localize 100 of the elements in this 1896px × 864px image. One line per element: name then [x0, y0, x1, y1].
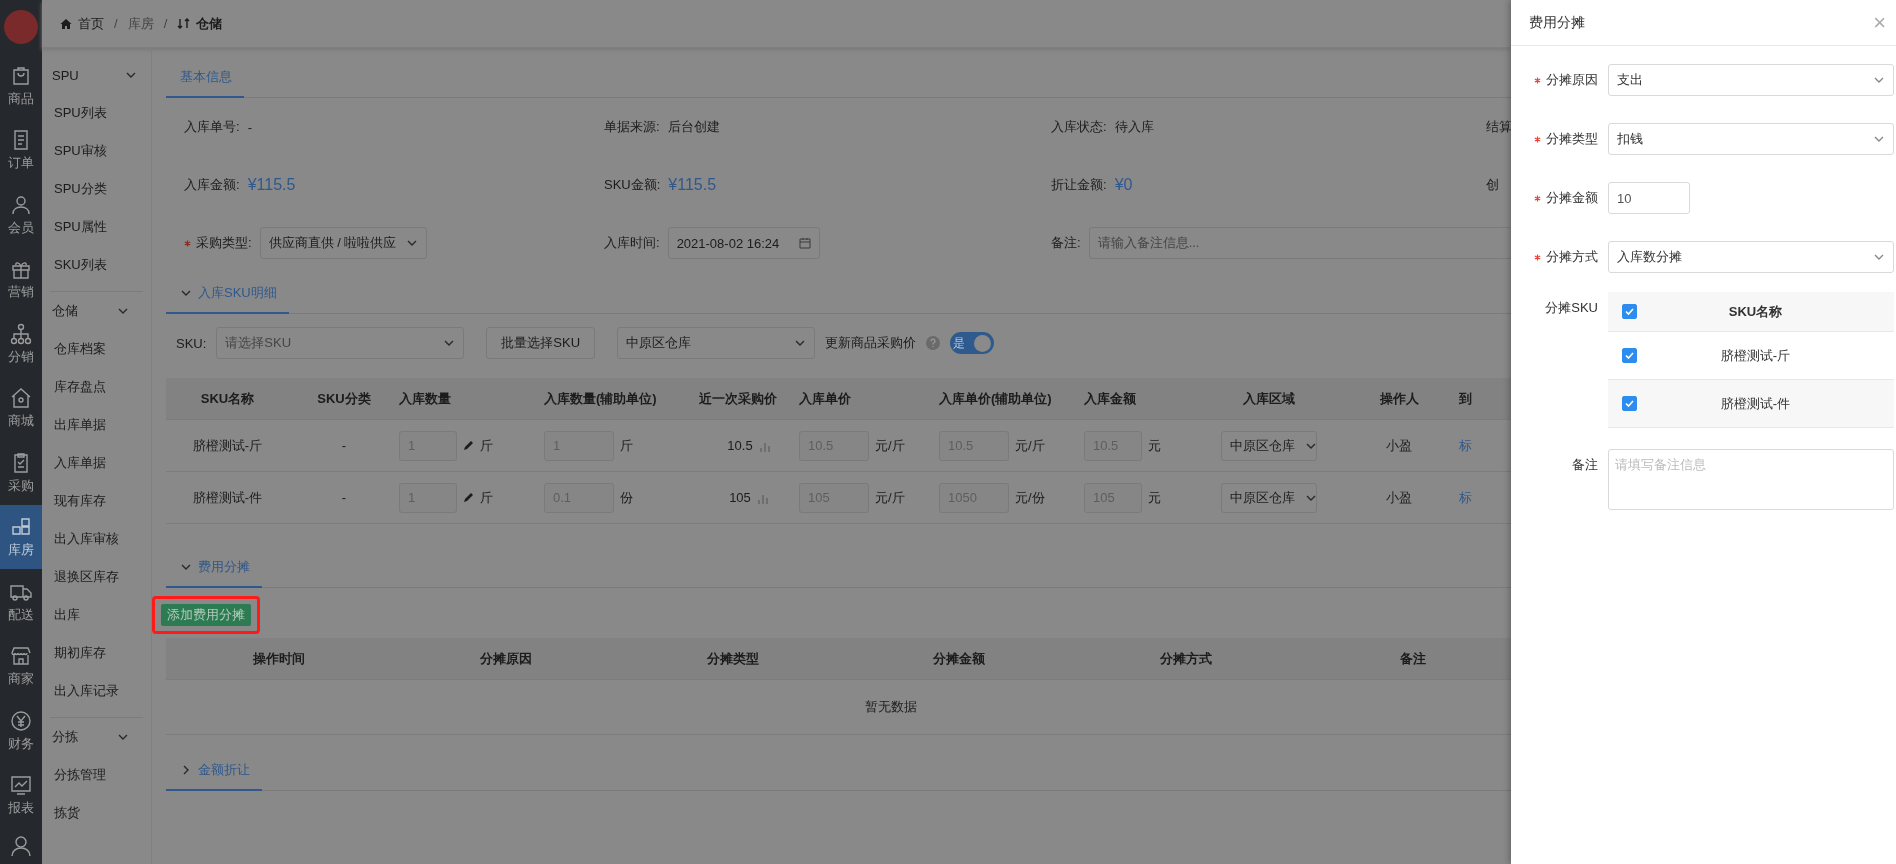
batch-select-button[interactable]: 批量选择SKU [486, 327, 596, 359]
breadcrumb-separator: / [163, 16, 168, 31]
menu-item[interactable]: 退换区库存 [42, 558, 143, 596]
column-header: 分摊金额 [932, 649, 987, 668]
unit-label: 元/斤 [1015, 436, 1045, 455]
purchase-type-select[interactable]: 供应商直供 / 啦啦供应 [259, 227, 428, 259]
add-fee-button[interactable]: 添加费用分摊 [161, 604, 251, 626]
menu-item[interactable]: 仓库档案 [42, 330, 143, 368]
area-select[interactable]: 中原区仓库 [1221, 430, 1317, 461]
column-header: 操作时间 [252, 649, 307, 668]
person-icon[interactable] [9, 833, 33, 858]
field-label: 创 [1486, 176, 1499, 194]
field-label: 结算 [1486, 118, 1511, 136]
menu-item[interactable]: 出入库记录 [42, 672, 143, 710]
menu-item[interactable]: 出入库审核 [42, 520, 143, 558]
column-header: 备注 [1398, 649, 1427, 668]
nav-item[interactable]: 商家 [0, 633, 42, 699]
form-label: 分摊原因 [1523, 64, 1598, 96]
field-label: 采购类型: [184, 234, 252, 252]
unit-label: 元 [1148, 436, 1161, 455]
breadcrumb-item[interactable]: 库房 [127, 14, 154, 33]
nav-item[interactable]: 采购 [0, 440, 42, 505]
amount-field[interactable]: 10 [1608, 182, 1690, 214]
checkbox[interactable] [1622, 396, 1637, 411]
nav-item[interactable]: 商品 [0, 53, 42, 118]
field-label: SKU金额: [604, 176, 661, 194]
breadcrumb-item[interactable]: 仓储 [177, 14, 223, 33]
menu-item[interactable]: 入库单据 [42, 444, 143, 482]
field-label: 入库状态: [1051, 118, 1107, 136]
chart-icon [9, 773, 33, 797]
field-label: 折让金额: [1051, 176, 1107, 194]
field-value: 待入库 [1114, 118, 1154, 136]
nav-item[interactable]: 库房 [0, 504, 42, 570]
field-value: - [247, 119, 252, 135]
nav-item[interactable]: 财务 [0, 698, 42, 763]
menu-item[interactable]: 库存盘点 [42, 368, 143, 406]
table-cell-text: 脐橙测试-件 [1719, 394, 1792, 413]
menu-group[interactable]: 分拣 [42, 718, 143, 756]
required-icon [1534, 136, 1541, 144]
checkbox[interactable] [1622, 304, 1637, 319]
sku-label: SKU: [176, 335, 207, 351]
date-field[interactable]: 2021-08-02 16:24 [667, 227, 820, 259]
nav-item[interactable]: 商城 [0, 375, 42, 441]
unit-label: 份 [620, 488, 633, 507]
menu-item[interactable]: SPU审核 [42, 132, 151, 170]
table-cell-text: 小盈 [1385, 436, 1413, 455]
home-icon [60, 17, 72, 30]
checkbox[interactable] [1622, 348, 1637, 363]
check-icon [1625, 399, 1634, 408]
menu-item[interactable]: SKU列表 [42, 246, 151, 284]
column-header: 分摊原因 [479, 649, 533, 668]
pencil-icon [463, 440, 474, 451]
calendar-icon [798, 237, 811, 249]
column-header: 入库区域 [1242, 389, 1296, 408]
select-field[interactable]: 扣钱 [1608, 123, 1894, 155]
empty-text: 暂无数据 [865, 698, 917, 716]
breadcrumb-separator: / [114, 16, 118, 31]
warehouse-select[interactable]: 中原区仓库 [617, 327, 816, 359]
menu-item[interactable]: 分拣管理 [42, 756, 143, 794]
nav-item[interactable]: 会员 [0, 182, 42, 247]
store-icon [9, 644, 33, 668]
check-icon [1625, 307, 1634, 316]
nav-item[interactable]: 配送 [0, 569, 42, 634]
menu-item[interactable]: 现有库存 [42, 482, 143, 520]
drawer-title: 费用分摊 [1529, 13, 1585, 32]
form-label: 分摊金额 [1523, 182, 1598, 214]
menu-item[interactable]: SPU分类 [42, 170, 151, 208]
menu-item[interactable]: 拣货 [42, 794, 143, 832]
nav-item[interactable]: 营销 [0, 246, 42, 312]
menu-item[interactable]: SPU列表 [42, 94, 151, 132]
nav-item[interactable]: 报表 [0, 762, 42, 828]
column-header: 分摊方式 [1159, 649, 1213, 668]
menu-group[interactable]: SPU [42, 56, 151, 94]
sku-select[interactable]: 请选择SKU [216, 327, 465, 359]
nav-item[interactable]: 分销 [0, 311, 42, 376]
update-price-label: 更新商品采购价 [825, 334, 917, 352]
unit-label: 斤 [480, 488, 493, 507]
refresh-icon [177, 17, 191, 30]
table-cell-text: - [340, 438, 348, 453]
menu-item[interactable]: 期初库存 [42, 634, 143, 672]
remark-field[interactable]: 请输入备注信息... [1088, 227, 1511, 259]
area-select[interactable]: 中原区仓库 [1221, 482, 1317, 513]
breadcrumb-item[interactable]: 首页 [60, 14, 104, 33]
menu-item[interactable]: 出库 [42, 596, 143, 634]
select-field[interactable]: 入库数分摊 [1608, 241, 1894, 273]
table-cell-text: 小盈 [1385, 488, 1413, 507]
column-header: 入库数量(辅助单位) [544, 389, 658, 408]
menu-group[interactable]: 仓储 [42, 292, 143, 330]
field-label: 单据来源: [604, 118, 660, 136]
table-cell: 10.5 [727, 438, 753, 453]
menu-item[interactable]: SPU属性 [42, 208, 151, 246]
column-header: SKU名称 [199, 389, 256, 408]
network-icon [9, 321, 33, 346]
menu-item[interactable]: 出库单据 [42, 406, 143, 444]
select-field[interactable]: 支出 [1608, 64, 1894, 96]
table-cell-text: 脐橙测试-斤 [1719, 346, 1792, 365]
nav-item[interactable]: 订单 [0, 117, 42, 183]
toggle-switch[interactable]: 是 [950, 332, 995, 354]
column-header: 操作人 [1378, 389, 1420, 408]
unit-label: 元/斤 [875, 488, 905, 507]
